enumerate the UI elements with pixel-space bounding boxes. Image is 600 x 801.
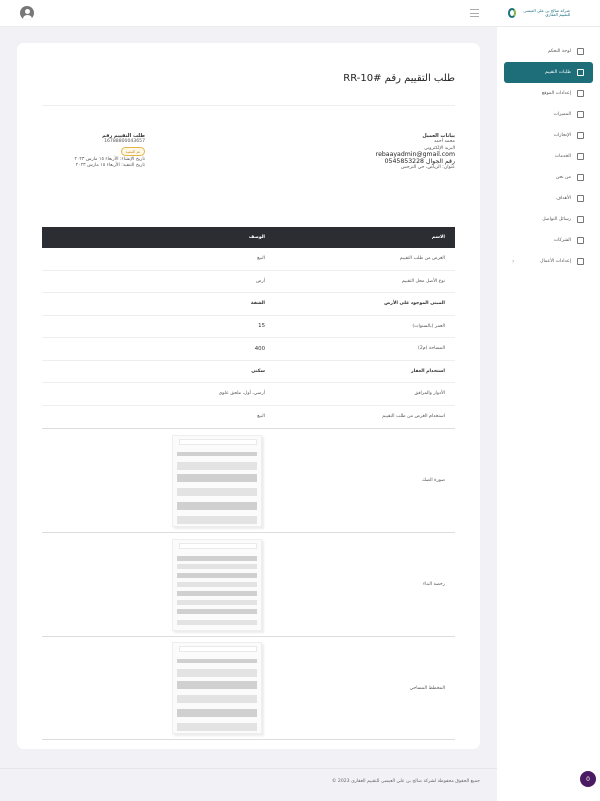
- star-icon: [577, 111, 584, 118]
- sidebar-item-label: من نحن: [555, 175, 571, 180]
- sidebar-item-8[interactable]: رسائل التواصل: [504, 209, 593, 230]
- request-details-card: طلب التقييم رقم #RR-10 بيانات العميل محم…: [17, 43, 480, 749]
- row-description: أرض: [255, 278, 265, 284]
- sidebar-item-5[interactable]: الخدمات: [504, 146, 593, 167]
- table-row: المساحة (م2) 400: [42, 338, 455, 361]
- list-icon: [577, 69, 584, 76]
- sidebar-item-1[interactable]: طلبات التقييم: [504, 62, 593, 83]
- image-row: صورة الصك: [42, 428, 455, 532]
- status-badge: تم التنفيذ: [120, 146, 145, 156]
- document-thumbnail[interactable]: [172, 434, 262, 527]
- client-address: عنوان: الرياض، حي النرجس: [401, 165, 455, 171]
- menu-toggle-icon[interactable]: [470, 9, 479, 17]
- sidebar-item-label: لوحة التحكم: [547, 49, 571, 54]
- image-row-label: صورة الصك: [422, 478, 445, 483]
- divider: [42, 105, 455, 106]
- sidebar-item-0[interactable]: لوحة التحكم: [504, 41, 593, 62]
- request-info: طلب التقييم رقم 16788800043657 تم التنفي…: [35, 133, 145, 170]
- row-description: البيع: [257, 256, 265, 262]
- sidebar-item-10[interactable]: إعدادات الأعمال ‹: [504, 251, 593, 272]
- floating-action-button[interactable]: 0: [580, 771, 596, 787]
- chevron-left-icon: ‹: [512, 258, 515, 265]
- row-name: الغرض من طلب التقييم: [399, 256, 445, 262]
- row-description: أرضي، أول، ملحق علوي: [218, 391, 265, 397]
- message-icon: [577, 216, 584, 223]
- info-icon: [577, 174, 584, 181]
- footer: جميع الحقوق محفوظة لشركة صالح بن علي الع…: [0, 768, 497, 801]
- gear-icon: [577, 90, 584, 97]
- client-phone-label: رقم الجوال: [425, 157, 455, 165]
- image-row-label: رخصة البناء: [423, 582, 445, 587]
- table-row: الأدوار والمرافق أرضي، أول، ملحق علوي: [42, 383, 455, 406]
- table-row: الغرض من طلب التقييم البيع: [42, 248, 455, 271]
- sidebar-item-label: الخدمات: [554, 154, 571, 159]
- footer-copyright: جميع الحقوق محفوظة لشركة صالح بن علي الع…: [331, 779, 480, 784]
- sidebar: لوحة التحكم طلبات التقييم إعدادات الموقع ال…: [497, 27, 600, 801]
- page-title: طلب التقييم رقم #RR-10: [343, 73, 455, 84]
- table-row: استخدام الغرض من طلب التقييم البيع: [42, 406, 455, 429]
- image-row: رخصة البناء: [42, 532, 455, 636]
- chart-icon: [577, 132, 584, 139]
- row-name: استخدام الغرض من طلب التقييم: [382, 414, 445, 420]
- lock-icon: [577, 237, 584, 244]
- sidebar-item-9[interactable]: الشركات: [504, 230, 593, 251]
- request-executed-date: تاريخ التنفيذ: الأربعاء ١٥ مارس ٢٠٢٣: [75, 163, 145, 169]
- sidebar-item-label: الشركات: [553, 238, 571, 243]
- logo-mark-icon: [508, 8, 517, 18]
- sidebar-item-4[interactable]: الإنجازات: [504, 125, 593, 146]
- sidebar-item-label: الإنجازات: [553, 133, 571, 138]
- sidebar-item-label: إعدادات الأعمال: [540, 259, 571, 264]
- logo-text: شركة صالح بن علي العيسى للتقييم العقاري: [523, 7, 570, 17]
- row-name: نوع الأصل محل التقييم: [401, 278, 445, 284]
- row-description: البيع: [257, 414, 265, 420]
- row-name: العمر (بالسنوات): [412, 323, 445, 329]
- company-logo[interactable]: شركة صالح بن علي العيسى للتقييم العقاري: [508, 5, 570, 21]
- row-description: سكني: [251, 368, 265, 374]
- sidebar-item-2[interactable]: إعدادات الموقع: [504, 83, 593, 104]
- table-header: الاسم الوصف: [42, 227, 455, 248]
- image-row: المخطط المساحي: [42, 636, 455, 740]
- document-thumbnail[interactable]: [172, 642, 262, 734]
- row-description: الشقة: [250, 301, 265, 307]
- client-phone: 0545853228: [384, 157, 424, 165]
- table-row: العمر (بالسنوات) 15: [42, 316, 455, 338]
- header-description: الوصف: [248, 235, 265, 240]
- table-row: المبنى الموجود على الأرض الشقة: [42, 293, 455, 316]
- sidebar-item-label: المميزات: [553, 112, 571, 117]
- sidebar-item-label: إعدادات الموقع: [541, 91, 571, 96]
- header-name: الاسم: [431, 235, 445, 240]
- sliders-icon: [577, 258, 584, 265]
- table-row: نوع الأصل محل التقييم أرض: [42, 271, 455, 293]
- row-name: استخدام العقار: [410, 368, 445, 374]
- row-description: 15: [258, 323, 265, 330]
- row-name: المبنى الموجود على الأرض: [384, 301, 445, 307]
- table-row: استخدام العقار سكني: [42, 361, 455, 383]
- sidebar-item-label: الأهداف: [556, 196, 571, 201]
- dashboard-icon: [577, 48, 584, 55]
- row-name: المساحة (م2): [418, 346, 445, 352]
- sidebar-item-6[interactable]: من نحن: [504, 167, 593, 188]
- row-name: الأدوار والمرافق: [414, 391, 445, 397]
- target-icon: [577, 195, 584, 202]
- document-thumbnail[interactable]: [172, 538, 262, 631]
- sidebar-item-3[interactable]: المميزات: [504, 104, 593, 125]
- top-bar: شركة صالح بن علي العيسى للتقييم العقاري: [0, 0, 600, 27]
- sidebar-item-label: طلبات التقييم: [545, 70, 571, 75]
- image-row-label: المخطط المساحي: [409, 685, 445, 691]
- client-info: بيانات العميل محمد أحمد البريد الإلكترون…: [335, 133, 455, 171]
- sidebar-item-7[interactable]: الأهداف: [504, 188, 593, 209]
- details-table: الاسم الوصف الغرض من طلب التقييم البيع نوع…: [42, 227, 455, 740]
- sidebar-item-label: رسائل التواصل: [542, 217, 571, 222]
- row-description: 400: [254, 345, 265, 352]
- tools-icon: [577, 153, 584, 160]
- user-avatar-icon[interactable]: [20, 6, 34, 20]
